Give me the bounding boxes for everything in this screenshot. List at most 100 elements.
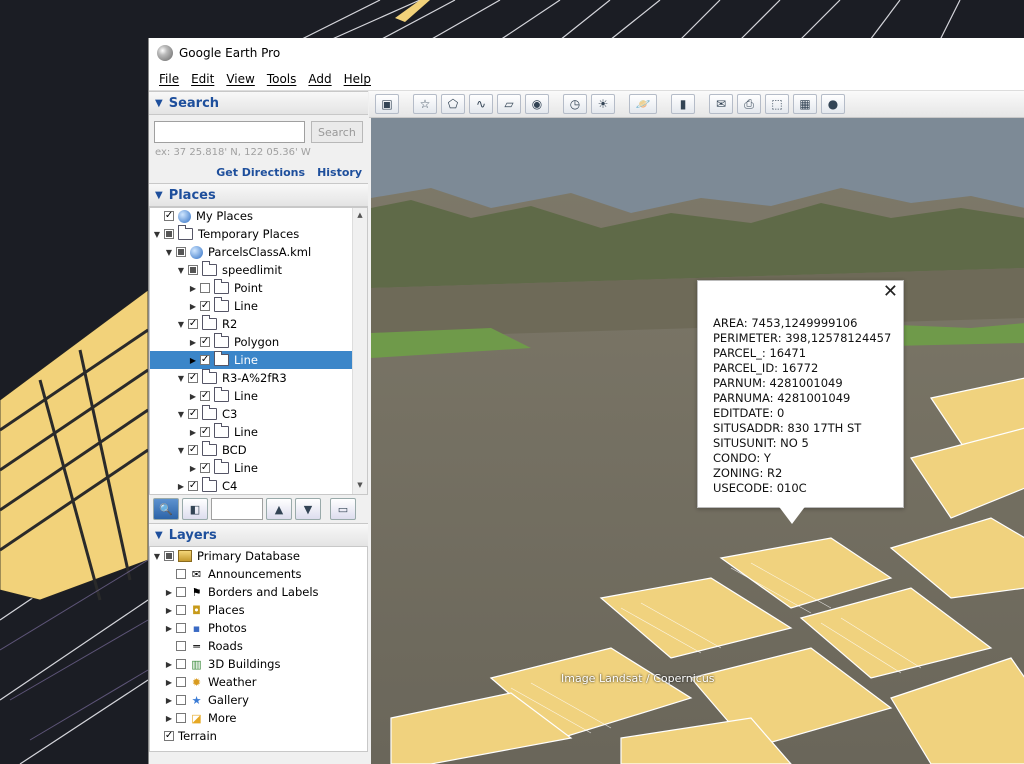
visibility-checkbox[interactable] — [164, 229, 174, 239]
folder-button[interactable]: ▭ — [330, 498, 356, 520]
expand-down-icon[interactable]: ▼ — [176, 410, 186, 419]
expand-right-icon[interactable]: ▶ — [188, 392, 198, 401]
expand-right-icon[interactable]: ▶ — [188, 302, 198, 311]
visibility-checkbox[interactable] — [176, 641, 186, 651]
view-in-maps-button[interactable]: ▦ — [793, 94, 817, 114]
layers-tree-item[interactable]: ✓ Terrain — [150, 727, 367, 745]
visibility-checkbox[interactable] — [176, 247, 186, 257]
close-icon[interactable]: ✕ — [883, 283, 898, 301]
expand-right-icon[interactable]: ▶ — [164, 696, 174, 705]
expand-right-icon[interactable]: ▶ — [188, 464, 198, 473]
sidebar-toggle-button[interactable]: ◧ — [182, 498, 208, 520]
save-image-button[interactable]: ⬚ — [765, 94, 789, 114]
layers-tree-item[interactable]: ═ Roads — [150, 637, 367, 655]
scroll-up-icon[interactable]: ▲ — [353, 208, 367, 222]
expand-right-icon[interactable]: ▶ — [188, 356, 198, 365]
visibility-checkbox[interactable] — [200, 283, 210, 293]
expand-right-icon[interactable]: ▶ — [164, 660, 174, 669]
menu-help[interactable]: Help — [338, 72, 377, 86]
menu-edit[interactable]: Edit — [185, 72, 220, 86]
layers-tree-item[interactable]: ▶ ✹ Weather — [150, 673, 367, 691]
add-path-button[interactable]: ∿ — [469, 94, 493, 114]
ruler-button[interactable]: ▮ — [671, 94, 695, 114]
layers-tree[interactable]: ▼ Primary Database ✉ Announcements ▶ ⚑ Borders… — [149, 547, 368, 752]
scroll-down-icon[interactable]: ▼ — [353, 478, 367, 492]
places-tree-item[interactable]: ▼ ✓ R3-A%2fR3 — [150, 369, 353, 387]
get-directions-link[interactable]: Get Directions — [216, 166, 305, 179]
add-polygon-button[interactable]: ⬠ — [441, 94, 465, 114]
expand-down-icon[interactable]: ▼ — [164, 248, 174, 257]
historical-imagery-button[interactable]: ◷ — [563, 94, 587, 114]
expand-right-icon[interactable]: ▶ — [188, 428, 198, 437]
expand-right-icon[interactable]: ▶ — [188, 284, 198, 293]
search-panel-header[interactable]: ▼ Search — [149, 91, 368, 115]
layers-tree-item[interactable]: ✉ Announcements — [150, 565, 367, 583]
visibility-checkbox[interactable]: ✓ — [188, 445, 198, 455]
places-tree-item[interactable]: ▶ ✓ Line — [150, 387, 353, 405]
menu-file[interactable]: File — [153, 72, 185, 86]
expand-down-icon[interactable]: ▼ — [176, 374, 186, 383]
email-button[interactable]: ✉ — [709, 94, 733, 114]
expand-down-icon[interactable]: ▼ — [176, 266, 186, 275]
visibility-checkbox[interactable]: ✓ — [200, 301, 210, 311]
places-tree-item[interactable]: ▶ ✓ Line — [150, 459, 353, 477]
visibility-checkbox[interactable]: ✓ — [200, 337, 210, 347]
places-tree-item[interactable]: ▼ Temporary Places — [150, 225, 353, 243]
visibility-checkbox[interactable] — [176, 623, 186, 633]
visibility-checkbox[interactable] — [176, 695, 186, 705]
layers-tree-item[interactable]: ▶ ◪ More — [150, 709, 367, 727]
visibility-checkbox[interactable] — [176, 605, 186, 615]
layers-tree-item[interactable]: ▶ ◘ Places — [150, 601, 367, 619]
places-tree-item[interactable]: ▼ ParcelsClassA.kml — [150, 243, 353, 261]
visibility-checkbox[interactable]: ✓ — [188, 409, 198, 419]
expand-right-icon[interactable]: ▶ — [176, 482, 186, 491]
layers-tree-item[interactable]: ▶ ▥ 3D Buildings — [150, 655, 367, 673]
expand-right-icon[interactable]: ▶ — [164, 588, 174, 597]
places-tree-item[interactable]: ▼ speedlimit — [150, 261, 353, 279]
places-tree-item[interactable]: ▶ ✓ Line — [150, 423, 353, 441]
expand-down-icon[interactable]: ▼ — [152, 230, 162, 239]
expand-down-icon[interactable]: ▼ — [176, 320, 186, 329]
places-scrollbar[interactable]: ▲ ▼ — [352, 208, 367, 494]
move-up-button[interactable]: ▲ — [266, 498, 292, 520]
visibility-checkbox[interactable]: ✓ — [200, 391, 210, 401]
visibility-checkbox[interactable] — [164, 551, 174, 561]
layers-tree-item[interactable]: ▶ ⚑ Borders and Labels — [150, 583, 367, 601]
print-button[interactable]: ⎙ — [737, 94, 761, 114]
visibility-checkbox[interactable]: ✓ — [188, 319, 198, 329]
visibility-checkbox[interactable] — [176, 569, 186, 579]
move-down-button[interactable]: ▼ — [295, 498, 321, 520]
hide-sidebar-button[interactable]: ▣ — [375, 94, 399, 114]
places-tree-item[interactable]: ▶ Point — [150, 279, 353, 297]
menu-tools[interactable]: Tools — [261, 72, 303, 86]
visibility-checkbox[interactable] — [176, 587, 186, 597]
visibility-checkbox[interactable] — [176, 677, 186, 687]
switch-planet-button[interactable]: 🪐 — [629, 94, 657, 114]
visibility-checkbox[interactable]: ✓ — [200, 427, 210, 437]
visibility-checkbox[interactable] — [176, 713, 186, 723]
places-tree-item[interactable]: ▶ ✓ Line — [150, 351, 353, 369]
layers-tree-item[interactable]: ▼ Primary Database — [150, 547, 367, 565]
places-tree-item[interactable]: ▶ ✓ Polygon — [150, 333, 353, 351]
places-tree-item[interactable]: ▶ ✓ C4 — [150, 477, 353, 494]
visibility-checkbox[interactable]: ✓ — [188, 373, 198, 383]
menu-add[interactable]: Add — [302, 72, 337, 86]
layers-tree-item[interactable]: ▶ ▪ Photos — [150, 619, 367, 637]
search-places-button[interactable]: 🔍 — [153, 498, 179, 520]
expand-down-icon[interactable]: ▼ — [152, 552, 162, 561]
layers-panel-header[interactable]: ▼ Layers — [149, 523, 368, 547]
places-tree-item[interactable]: ▼ ✓ R2 — [150, 315, 353, 333]
expand-right-icon[interactable]: ▶ — [164, 624, 174, 633]
history-link[interactable]: History — [317, 166, 362, 179]
layers-tree-item[interactable]: ▶ ★ Gallery — [150, 691, 367, 709]
places-tree[interactable]: ✓ My Places ▼ Temporary Places ▼ ParcelsClass… — [149, 207, 368, 495]
sunlight-button[interactable]: ☀ — [591, 94, 615, 114]
add-image-overlay-button[interactable]: ▱ — [497, 94, 521, 114]
places-tree-item[interactable]: ▶ ✓ Line — [150, 297, 353, 315]
expand-right-icon[interactable]: ▶ — [164, 606, 174, 615]
add-placemark-button[interactable]: ☆ — [413, 94, 437, 114]
visibility-checkbox[interactable]: ✓ — [164, 211, 174, 221]
visibility-checkbox[interactable]: ✓ — [164, 731, 174, 741]
search-input[interactable] — [154, 121, 305, 143]
expand-down-icon[interactable]: ▼ — [176, 446, 186, 455]
